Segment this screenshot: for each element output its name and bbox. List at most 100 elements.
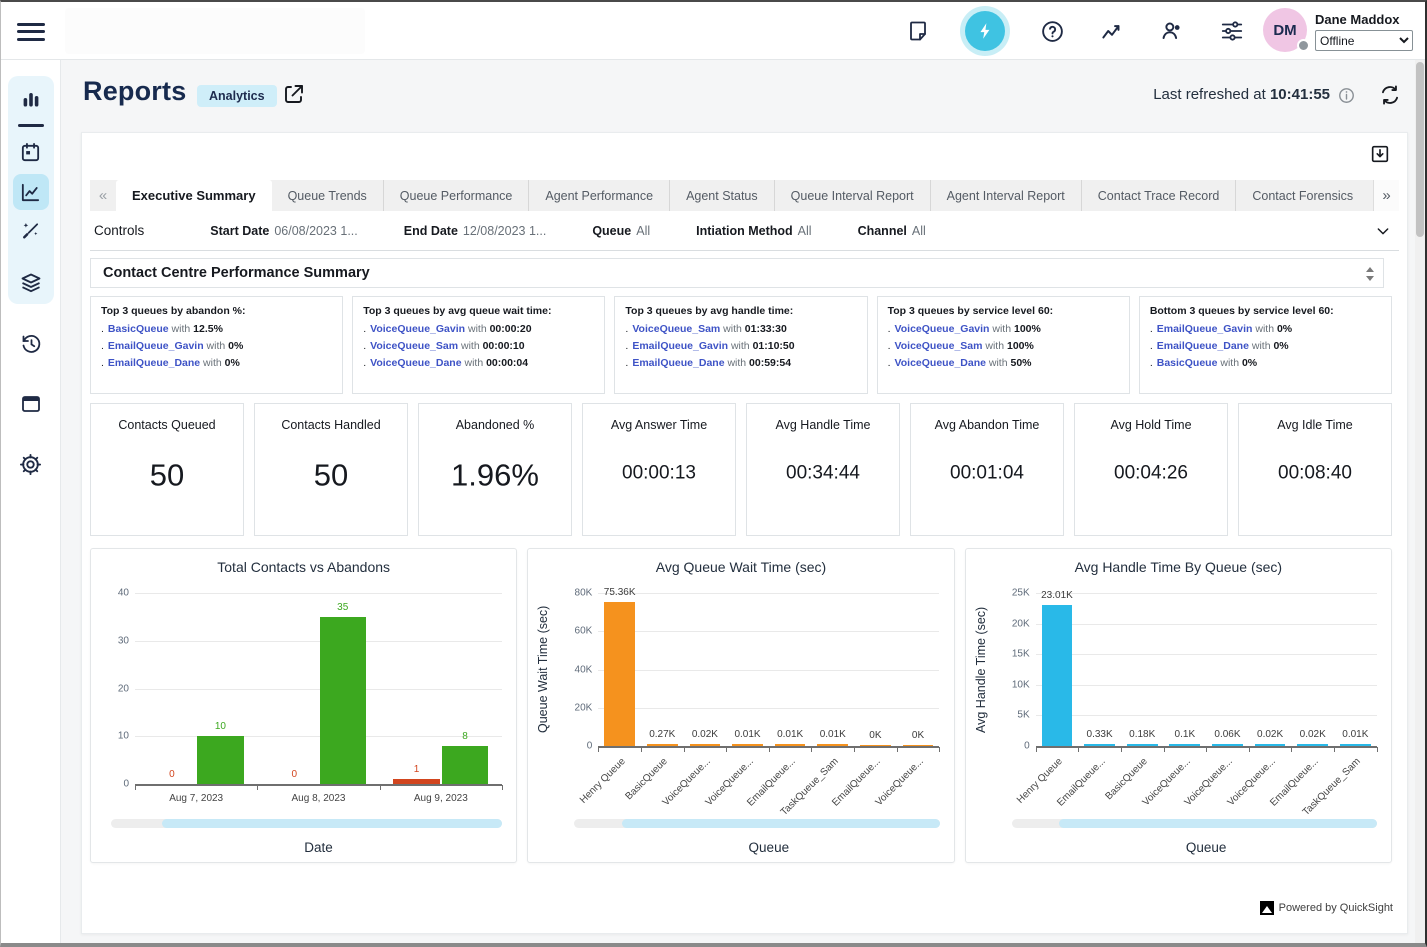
- trend-icon[interactable]: [1099, 18, 1125, 44]
- vertical-scrollbar[interactable]: [1415, 60, 1425, 943]
- chart-x-scrollbar-thumb[interactable]: [162, 819, 502, 828]
- x-category-label: VoiceQueue...: [1192, 756, 1278, 842]
- tabs-scroll-left-icon[interactable]: «: [90, 180, 116, 211]
- tabs-scroll-right-icon[interactable]: »: [1373, 180, 1399, 211]
- bar-value-label: 0K: [869, 730, 881, 741]
- gear-icon[interactable]: [13, 446, 49, 482]
- filter-queue[interactable]: QueueAll: [592, 224, 650, 238]
- tab-queue-trends[interactable]: Queue Trends: [272, 180, 383, 211]
- bar-value-label: 0.18K: [1129, 729, 1155, 740]
- window-icon[interactable]: [13, 386, 49, 422]
- agents-icon[interactable]: [1159, 18, 1185, 44]
- bar-value-label: 0.02K: [1300, 729, 1326, 740]
- bolt-icon[interactable]: [965, 11, 1005, 51]
- note-icon[interactable]: [905, 18, 931, 44]
- y-tick: 40: [95, 588, 129, 599]
- top-bar: DM Dane Maddox Offline: [1, 2, 1425, 60]
- chart-x-scrollbar-thumb[interactable]: [622, 819, 940, 828]
- summary-section-title: Contact Centre Performance Summary: [90, 258, 1384, 288]
- queue-link[interactable]: EmailQueue_Dane: [108, 357, 200, 369]
- chart-title: Total Contacts vs Abandons: [91, 559, 516, 575]
- tab-contact-trace-record[interactable]: Contact Trace Record: [1081, 180, 1236, 211]
- queue-link[interactable]: BasicQueue: [108, 323, 169, 335]
- bar-value-label: 0.1K: [1175, 729, 1196, 740]
- x-category-label: VoiceQueue...: [1150, 756, 1236, 842]
- powered-by-text: Powered by QuickSight: [1279, 902, 1393, 914]
- vertical-scrollbar-thumb[interactable]: [1416, 62, 1424, 237]
- help-icon[interactable]: [1039, 18, 1065, 44]
- filter-end-date[interactable]: End Date12/08/2023 1...: [404, 224, 547, 238]
- refresh-icon[interactable]: [1379, 84, 1401, 106]
- info-icon[interactable]: [1338, 87, 1355, 104]
- queue-link[interactable]: VoiceQueue_Dane: [895, 357, 986, 369]
- bar-value-label: 0: [169, 769, 175, 780]
- y-tick: 5K: [996, 710, 1030, 721]
- bar-value-label: 0.06K: [1214, 729, 1240, 740]
- summary-line: .EmailQueue_Dane with 0%: [101, 357, 332, 369]
- kpi-row: Contacts Queued50Contacts Handled50Aband…: [90, 403, 1392, 536]
- queue-link[interactable]: VoiceQueue_Dane: [370, 357, 461, 369]
- queue-link[interactable]: EmailQueue_Gavin: [632, 340, 728, 352]
- download-icon[interactable]: [1369, 143, 1391, 165]
- queue-link[interactable]: EmailQueue_Dane: [1157, 340, 1249, 352]
- powered-by: Powered by QuickSight: [1260, 901, 1393, 915]
- tab-executive-summary[interactable]: Executive Summary: [116, 180, 272, 211]
- queue-link[interactable]: VoiceQueue_Sam: [632, 323, 720, 335]
- x-category-label: Aug 9, 2023: [380, 793, 502, 804]
- sliders-icon[interactable]: [1219, 18, 1245, 44]
- bar-value-label: 75.36K: [604, 587, 636, 598]
- status-select[interactable]: Offline: [1315, 30, 1413, 51]
- y-tick: 0: [996, 741, 1030, 752]
- queue-link[interactable]: VoiceQueue_Sam: [895, 340, 983, 352]
- kpi-avg-abandon-time: Avg Abandon Time00:01:04: [910, 403, 1064, 536]
- summary-spinner[interactable]: [1363, 262, 1377, 286]
- user-box: DM Dane Maddox Offline: [1263, 8, 1413, 52]
- tab-agent-performance[interactable]: Agent Performance: [528, 180, 669, 211]
- queue-link[interactable]: VoiceQueue_Sam: [370, 340, 458, 352]
- queue-link[interactable]: EmailQueue_Gavin: [1157, 323, 1253, 335]
- tab-agent-interval-report[interactable]: Agent Interval Report: [930, 180, 1081, 211]
- kpi-avg-hold-time: Avg Hold Time00:04:26: [1074, 403, 1228, 536]
- avatar[interactable]: DM: [1263, 8, 1307, 52]
- x-axis-title: Queue: [598, 840, 939, 855]
- x-category-label: Aug 8, 2023: [257, 793, 379, 804]
- layers-icon[interactable]: [13, 265, 49, 301]
- summary-card: Top 3 queues by avg handle time:.VoiceQu…: [614, 296, 867, 394]
- history-icon[interactable]: [13, 326, 49, 362]
- queue-link[interactable]: BasicQueue: [1157, 357, 1218, 369]
- x-category-label: Aug 7, 2023: [135, 793, 257, 804]
- summary-line: .EmailQueue_Gavin with 0%: [1150, 323, 1381, 335]
- filter-intiation-method[interactable]: Intiation MethodAll: [696, 224, 811, 238]
- queue-link[interactable]: EmailQueue_Gavin: [108, 340, 204, 352]
- hamburger-icon[interactable]: [17, 18, 45, 44]
- external-link-icon[interactable]: [282, 82, 306, 106]
- kpi-abandoned: Abandoned %1.96%: [418, 403, 572, 536]
- summary-cards-row: Top 3 queues by abandon %:.BasicQueue wi…: [90, 296, 1392, 394]
- y-tick: 25K: [996, 588, 1030, 599]
- tab-queue-interval-report[interactable]: Queue Interval Report: [774, 180, 930, 211]
- tab-queue-performance[interactable]: Queue Performance: [383, 180, 529, 211]
- queue-link[interactable]: EmailQueue_Dane: [632, 357, 724, 369]
- chart-x-scrollbar-thumb[interactable]: [1059, 819, 1377, 828]
- bar-value-label: 0.01K: [734, 729, 760, 740]
- sidebar-divider: [18, 124, 44, 127]
- kpi-avg-handle-time: Avg Handle Time00:34:44: [746, 403, 900, 536]
- line-chart-icon[interactable]: [13, 174, 49, 210]
- bar-chart-icon[interactable]: [13, 82, 49, 118]
- bar-value-label: 23.01K: [1041, 590, 1073, 601]
- filter-channel[interactable]: ChannelAll: [858, 224, 926, 238]
- y-tick: 20: [95, 683, 129, 694]
- filter-start-date[interactable]: Start Date06/08/2023 1...: [210, 224, 357, 238]
- wand-icon[interactable]: [13, 212, 49, 248]
- x-axis-title: Date: [135, 840, 502, 855]
- analytics-badge: Analytics: [197, 85, 277, 107]
- calendar-icon[interactable]: [13, 134, 49, 170]
- tab-agent-status[interactable]: Agent Status: [669, 180, 774, 211]
- tab-contact-forensics[interactable]: Contact Forensics: [1235, 180, 1369, 211]
- queue-link[interactable]: VoiceQueue_Gavin: [895, 323, 990, 335]
- y-axis-title: Avg Handle Time (sec): [974, 593, 988, 746]
- summary-card: Top 3 queues by abandon %:.BasicQueue wi…: [90, 296, 343, 394]
- queue-link[interactable]: VoiceQueue_Gavin: [370, 323, 465, 335]
- controls-collapse-icon[interactable]: [1375, 223, 1391, 239]
- chart-avg-queue-wait-time: Avg Queue Wait Time (sec)020K40K60K80K75…: [527, 548, 954, 863]
